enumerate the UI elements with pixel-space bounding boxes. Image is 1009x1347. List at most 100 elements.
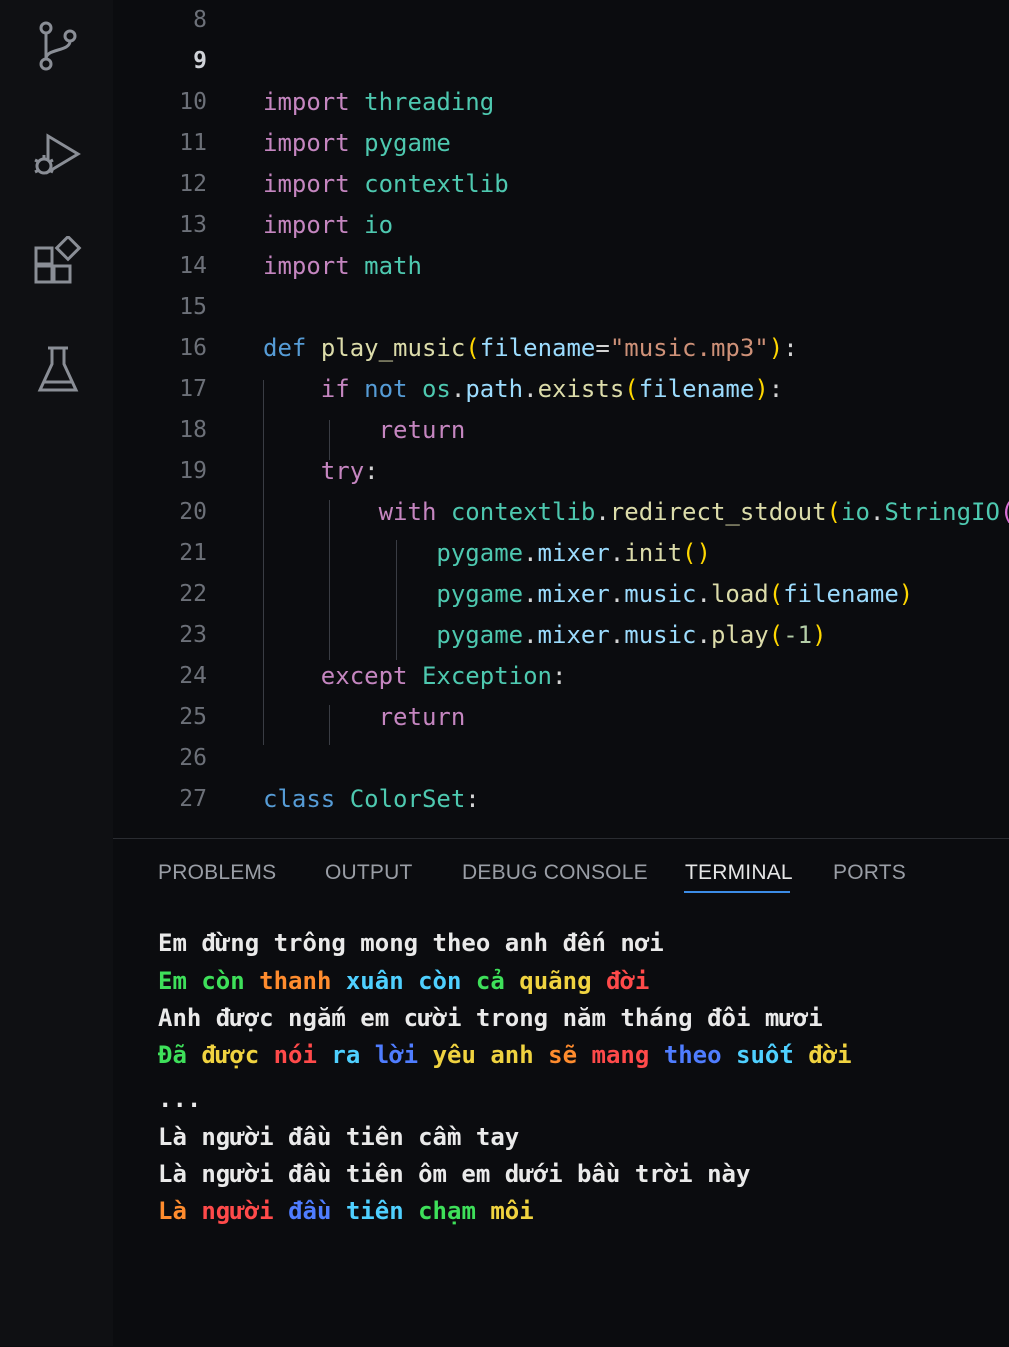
tab-ports[interactable]: PORTS (833, 861, 906, 885)
code-token: import (263, 129, 350, 157)
terminal-text: Đã (158, 1041, 202, 1069)
tab-terminal[interactable]: TERMINAL (685, 861, 793, 885)
line-number: 14 (179, 253, 207, 279)
code-token: filename (783, 580, 899, 608)
code-token: = (595, 334, 610, 362)
terminal-text: suốt (736, 1041, 809, 1069)
code-token: threading (364, 88, 495, 116)
code-text: import math (263, 246, 422, 286)
tab-debug-console[interactable]: DEBUG CONSOLE (462, 861, 648, 885)
tab-problems[interactable]: PROBLEMS (158, 861, 276, 885)
line-number: 11 (179, 130, 207, 156)
code-text: import threading (263, 82, 494, 122)
tab-output[interactable]: OUTPUT (325, 861, 413, 885)
code-token: path (465, 375, 524, 403)
terminal-text: mang (591, 1041, 664, 1069)
code-line[interactable]: 9 (113, 41, 1009, 81)
terminal-text: chạm (418, 1197, 491, 1225)
code-token: ( (768, 580, 784, 608)
code-token: math (364, 252, 422, 280)
line-number: 23 (179, 622, 207, 648)
terminal-line: Em còn thanh xuân còn cả quãng đời (158, 967, 649, 995)
code-token: music (624, 621, 697, 649)
code-line[interactable]: 8 (113, 0, 1009, 40)
code-token: import (263, 170, 350, 198)
code-token: . (523, 580, 538, 608)
terminal-text: Là người đầu tiên cầm tay (158, 1123, 520, 1151)
terminal-text: xuân (345, 967, 419, 995)
line-number: 9 (193, 48, 207, 74)
code-token: -1 (783, 621, 813, 649)
code-line[interactable]: 16 def play_music(filename="music.mp3"): (113, 328, 1009, 368)
code-token: mixer (537, 621, 610, 649)
code-line[interactable]: 15 (113, 287, 1009, 327)
code-line[interactable]: 10 import threading (113, 82, 1009, 122)
terminal-text: thanh (259, 967, 346, 995)
code-token: redirect_stdout (609, 498, 827, 526)
active-tab-indicator (684, 891, 790, 893)
code-line[interactable]: 27 class ColorSet: (113, 779, 1009, 819)
code-line[interactable]: 17 if not os.path.exists(filename): (113, 369, 1009, 409)
code-token: init (624, 539, 683, 567)
code-token: return (378, 416, 466, 444)
code-text: import contextlib (263, 164, 509, 204)
code-token: play (710, 621, 769, 649)
terminal-text: cả (475, 967, 520, 995)
code-line[interactable]: 21 pygame.mixer.init() (113, 533, 1009, 573)
code-token: StringIO (884, 498, 1000, 526)
code-token: contextlib (364, 170, 509, 198)
code-token: load (710, 580, 769, 608)
line-number: 20 (179, 499, 207, 525)
code-line[interactable]: 18 return (113, 410, 1009, 450)
code-token: not (364, 375, 408, 403)
line-number: 27 (179, 786, 207, 812)
code-token: exists (537, 375, 625, 403)
source-control-icon[interactable] (30, 18, 86, 74)
code-editor[interactable]: 8 9 10 import threading 11 import pygame 12 imp… (113, 0, 1009, 838)
code-text: return (263, 697, 466, 737)
code-line[interactable]: 20 with contextlib.redirect_stdout(io.St… (113, 492, 1009, 532)
terminal-line: Anh được ngắm em cười trong năm tháng đô… (158, 1004, 823, 1032)
run-debug-icon[interactable] (30, 128, 86, 184)
terminal-text: Là người đầu tiên ôm em dưới bầu trời nà… (158, 1160, 751, 1188)
code-line[interactable]: 19 try: (113, 451, 1009, 491)
code-line[interactable]: 14 import math (113, 246, 1009, 286)
code-token: ) (898, 580, 914, 608)
terminal-text: Em đừng trông mong theo anh đến nơi (158, 929, 664, 957)
extensions-icon[interactable] (30, 234, 86, 292)
code-token: ( (826, 498, 841, 526)
terminal-text: Em còn (158, 967, 260, 995)
code-line[interactable]: 23 pygame.mixer.music.play(-1) (113, 615, 1009, 655)
line-number: 24 (179, 663, 207, 689)
code-line[interactable]: 13 import io (113, 205, 1009, 245)
code-line[interactable]: 25 return (113, 697, 1009, 737)
code-token: filename (479, 334, 596, 362)
terminal-text: yêu (432, 1041, 491, 1069)
testing-icon[interactable] (30, 342, 86, 398)
terminal-line: Em đừng trông mong theo anh đến nơi (158, 929, 664, 957)
code-token: if (320, 375, 350, 403)
terminal-line: Là người đầu tiên ôm em dưới bầu trời nà… (158, 1160, 750, 1188)
line-number: 18 (179, 417, 207, 443)
code-token: io (841, 498, 870, 526)
line-number: 15 (179, 294, 207, 320)
code-token: mixer (537, 580, 610, 608)
code-line[interactable]: 26 (113, 738, 1009, 778)
terminal-line: Là người đầu tiên chạm môi (158, 1197, 534, 1225)
code-line[interactable]: 22 pygame.mixer.music.load(filename) (113, 574, 1009, 614)
code-token: pygame (436, 580, 524, 608)
code-token: io (364, 211, 394, 239)
code-line[interactable]: 24 except Exception: (113, 656, 1009, 696)
code-token: . (696, 580, 711, 608)
code-line[interactable]: 12 import contextlib (113, 164, 1009, 204)
code-token: . (523, 539, 538, 567)
code-line[interactable]: 11 import pygame (113, 123, 1009, 163)
code-text: except Exception: (263, 656, 567, 696)
